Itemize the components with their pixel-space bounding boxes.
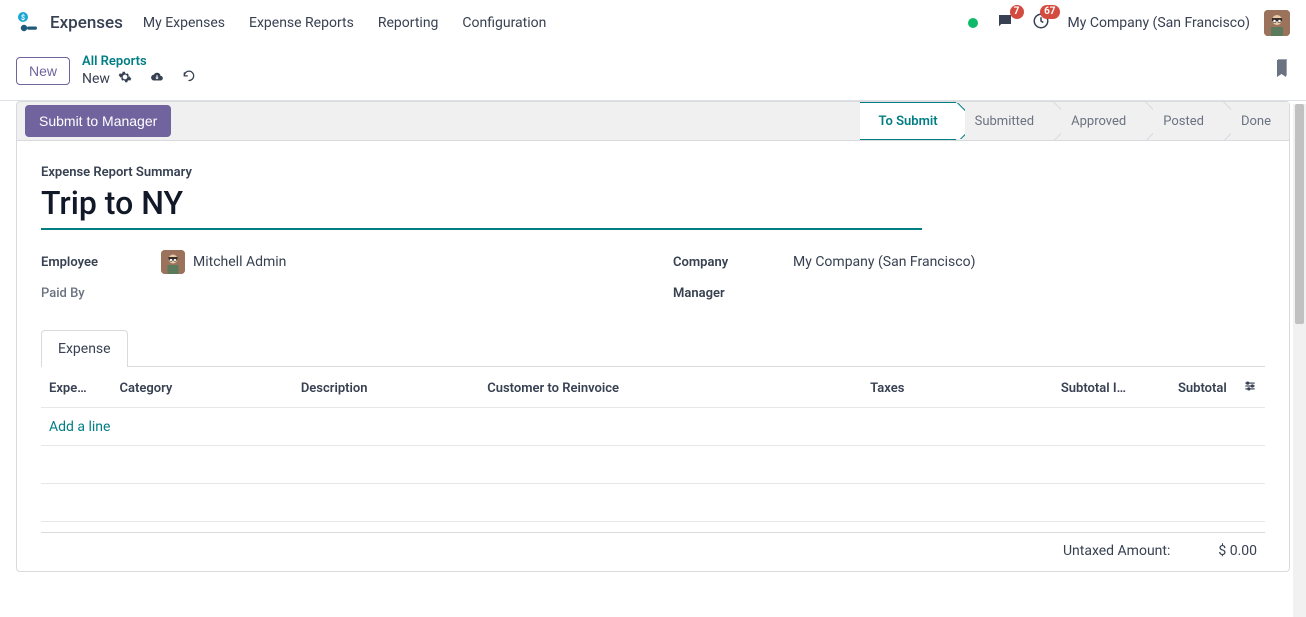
th-category[interactable]: Category	[112, 367, 293, 408]
company-label: Company	[673, 255, 793, 270]
messages-badge: 7	[1010, 5, 1024, 19]
form-view: Submit to Manager To Submit Submitted Ap…	[0, 101, 1306, 614]
report-title-input[interactable]	[41, 182, 922, 230]
tab-expense[interactable]: Expense	[41, 330, 128, 367]
employee-field: Employee Mitchell Admin	[41, 250, 633, 274]
nav-my-expenses[interactable]: My Expenses	[143, 15, 225, 31]
company-value[interactable]: My Company (San Francisco)	[793, 254, 975, 270]
status-approved[interactable]: Approved	[1052, 102, 1144, 140]
gear-icon[interactable]	[118, 70, 132, 88]
form-sheet: Expense Report Summary Employee Mitchell…	[16, 141, 1290, 572]
status-bar: Submit to Manager To Submit Submitted Ap…	[16, 101, 1290, 141]
nav-expense-reports[interactable]: Expense Reports	[249, 15, 354, 31]
employee-label: Employee	[41, 255, 161, 270]
employee-value[interactable]: Mitchell Admin	[161, 250, 286, 274]
scrollbar-thumb[interactable]	[1295, 104, 1304, 324]
add-line-link[interactable]: Add a line	[49, 419, 110, 435]
presence-dot	[968, 18, 978, 28]
manager-field: Manager	[673, 286, 1265, 301]
breadcrumb-parent[interactable]: All Reports	[82, 54, 214, 69]
activities-badge: 67	[1040, 5, 1059, 19]
th-taxes[interactable]: Taxes	[781, 367, 912, 408]
table-row-empty	[41, 484, 1265, 522]
nav-configuration[interactable]: Configuration	[462, 15, 546, 31]
new-button[interactable]: New	[16, 57, 70, 85]
status-submitted[interactable]: Submitted	[956, 102, 1052, 140]
breadcrumb-current: New	[82, 71, 110, 87]
submit-to-manager-button[interactable]: Submit to Manager	[25, 105, 171, 137]
nav-reporting[interactable]: Reporting	[378, 15, 439, 31]
th-description[interactable]: Description	[293, 367, 479, 408]
notebook-tabs: Expense	[41, 329, 1265, 367]
paidby-label: Paid By	[41, 286, 161, 301]
th-subtotal[interactable]: Subtotal	[1134, 367, 1235, 408]
user-avatar[interactable]	[1264, 10, 1290, 36]
breadcrumb: All Reports New	[82, 54, 214, 88]
untaxed-label: Untaxed Amount:	[1063, 543, 1170, 559]
summary-label: Expense Report Summary	[41, 165, 1265, 180]
status-widget: To Submit Submitted Approved Posted Done	[860, 102, 1289, 140]
columns-options-icon[interactable]	[1243, 382, 1257, 397]
company-selector[interactable]: My Company (San Francisco)	[1068, 15, 1250, 31]
paidby-field: Paid By	[41, 286, 633, 301]
manager-label: Manager	[673, 286, 793, 301]
control-panel: New All Reports New	[0, 46, 1306, 101]
th-subtotal-in[interactable]: Subtotal I…	[912, 367, 1134, 408]
table-row-add: Add a line	[41, 408, 1265, 446]
totals-area: Untaxed Amount: $ 0.00	[41, 532, 1265, 559]
th-date[interactable]: Expe…	[41, 367, 112, 408]
cloud-save-icon[interactable]	[150, 70, 164, 88]
status-to-submit[interactable]: To Submit	[860, 102, 955, 140]
messages-icon[interactable]: 7	[996, 12, 1014, 34]
activities-icon[interactable]: 67	[1032, 12, 1050, 34]
top-nav: $ Expenses My Expenses Expense Reports R…	[0, 0, 1306, 46]
expense-lines-table: Expe… Category Description Customer to R…	[41, 367, 1265, 522]
svg-text:$: $	[21, 14, 25, 22]
th-customer[interactable]: Customer to Reinvoice	[479, 367, 781, 408]
scrollbar[interactable]	[1293, 104, 1306, 617]
app-title[interactable]: Expenses	[50, 13, 123, 33]
status-done[interactable]: Done	[1222, 102, 1289, 140]
untaxed-value: $ 0.00	[1218, 543, 1257, 559]
discard-icon[interactable]	[182, 70, 196, 88]
company-field: Company My Company (San Francisco)	[673, 250, 1265, 274]
employee-avatar	[161, 250, 185, 274]
table-row-empty	[41, 446, 1265, 484]
status-posted[interactable]: Posted	[1144, 102, 1222, 140]
app-icon: $	[16, 11, 40, 35]
bookmark-icon[interactable]	[1274, 59, 1290, 83]
